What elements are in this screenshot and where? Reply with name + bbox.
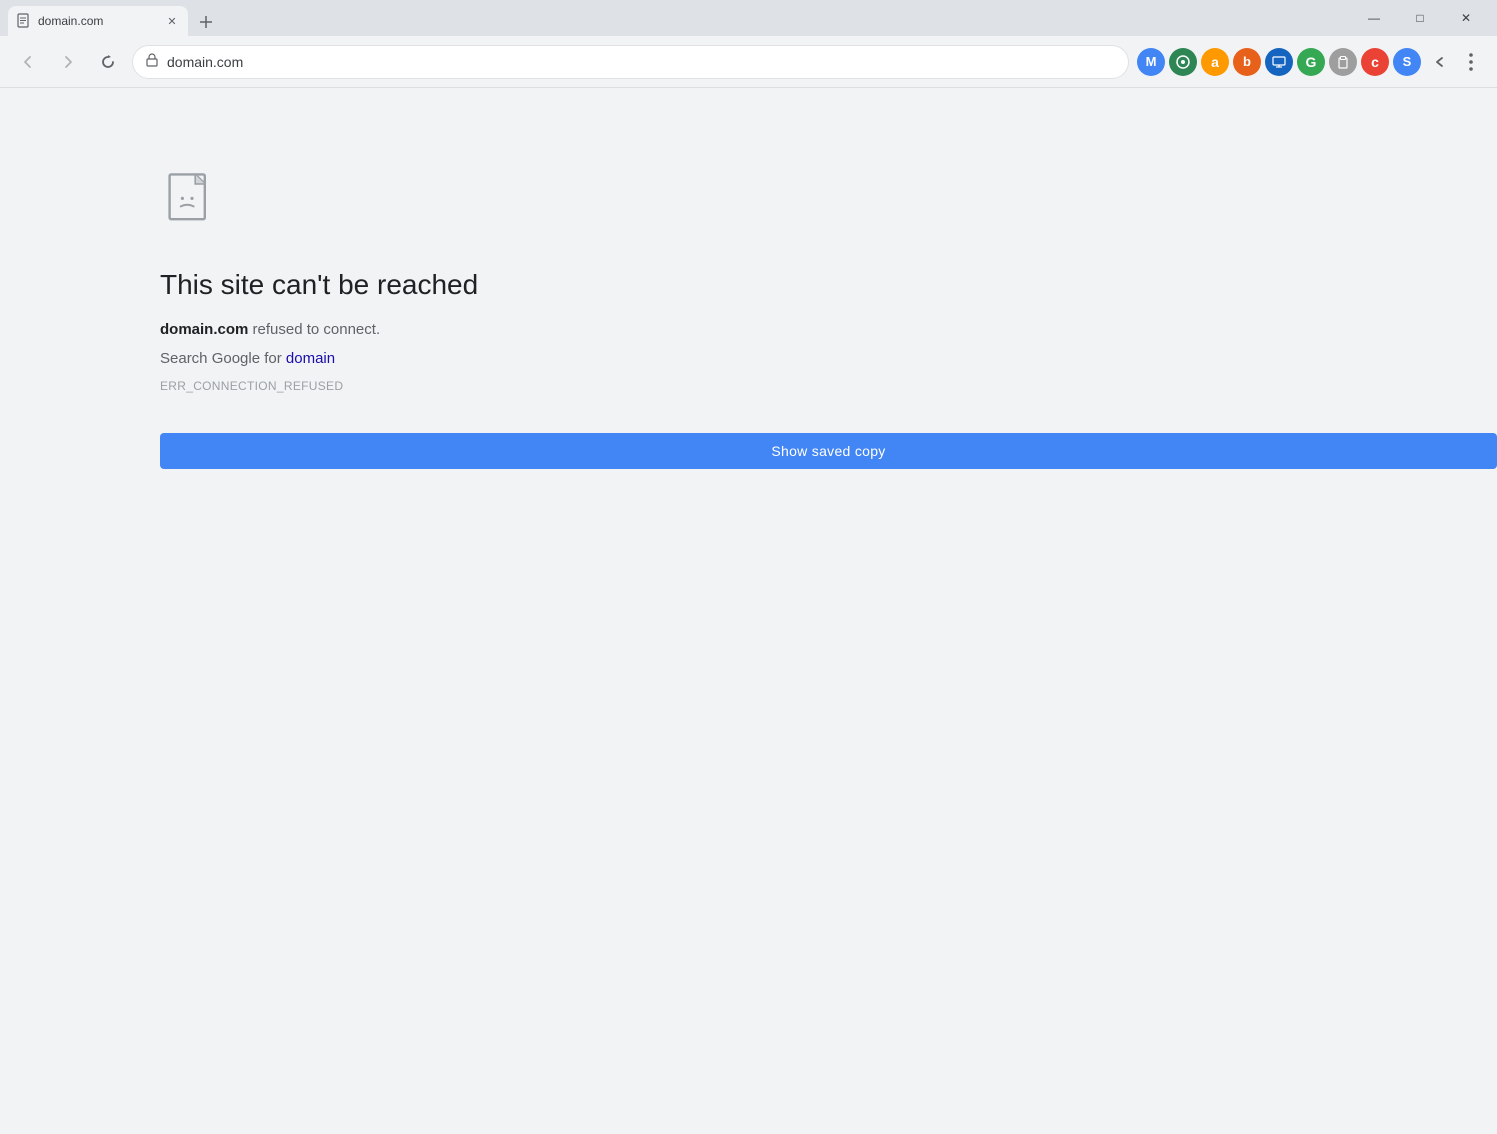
title-bar: domain.com ✕ — □ ✕ [0,0,1497,36]
reload-button[interactable] [92,46,124,78]
show-saved-copy-button[interactable]: Show saved copy [160,433,1497,469]
chrome-menu-button[interactable] [1457,48,1485,76]
tab-bar: domain.com ✕ [8,0,220,36]
maximize-button[interactable]: □ [1397,0,1443,36]
extension-clipboard-icon[interactable] [1329,48,1357,76]
new-tab-button[interactable] [192,8,220,36]
address-bar-container[interactable] [132,45,1129,79]
extension-m-icon[interactable]: M [1137,48,1165,76]
error-code: ERR_CONNECTION_REFUSED [160,379,1497,393]
extensions-bar: M a b G c S [1137,48,1485,76]
error-title: This site can't be reached [160,269,1497,301]
error-description: domain.com refused to connect. [160,321,1497,338]
browser-tab[interactable]: domain.com ✕ [8,6,188,36]
extension-s-icon[interactable]: S [1393,48,1421,76]
error-page-icon [160,168,1497,237]
extension-b-icon[interactable]: b [1233,48,1261,76]
browser-window: domain.com ✕ — □ ✕ [0,0,1497,1134]
extension-q-icon[interactable] [1169,48,1197,76]
address-security-icon [145,53,159,70]
tab-title: domain.com [38,14,103,28]
extension-amazon-icon[interactable]: a [1201,48,1229,76]
address-input[interactable] [167,54,1116,70]
tab-close-button[interactable]: ✕ [164,13,180,29]
tab-favicon [16,13,32,29]
extension-arrow-icon[interactable] [1425,48,1453,76]
error-domain: domain.com [160,321,248,338]
error-description-suffix: refused to connect. [248,321,380,338]
extension-red-icon[interactable]: c [1361,48,1389,76]
search-prefix: Search Google for [160,350,286,367]
back-button[interactable] [12,46,44,78]
google-search-text: Search Google for domain [160,350,1497,367]
minimize-button[interactable]: — [1351,0,1397,36]
page-content: This site can't be reached domain.com re… [0,88,1497,1134]
extension-g-icon[interactable]: G [1297,48,1325,76]
close-button[interactable]: ✕ [1443,0,1489,36]
browser-toolbar: M a b G c S [0,36,1497,88]
forward-button[interactable] [52,46,84,78]
google-search-link[interactable]: domain [286,350,335,367]
extension-screen-icon[interactable] [1265,48,1293,76]
window-controls: — □ ✕ [1351,0,1489,36]
